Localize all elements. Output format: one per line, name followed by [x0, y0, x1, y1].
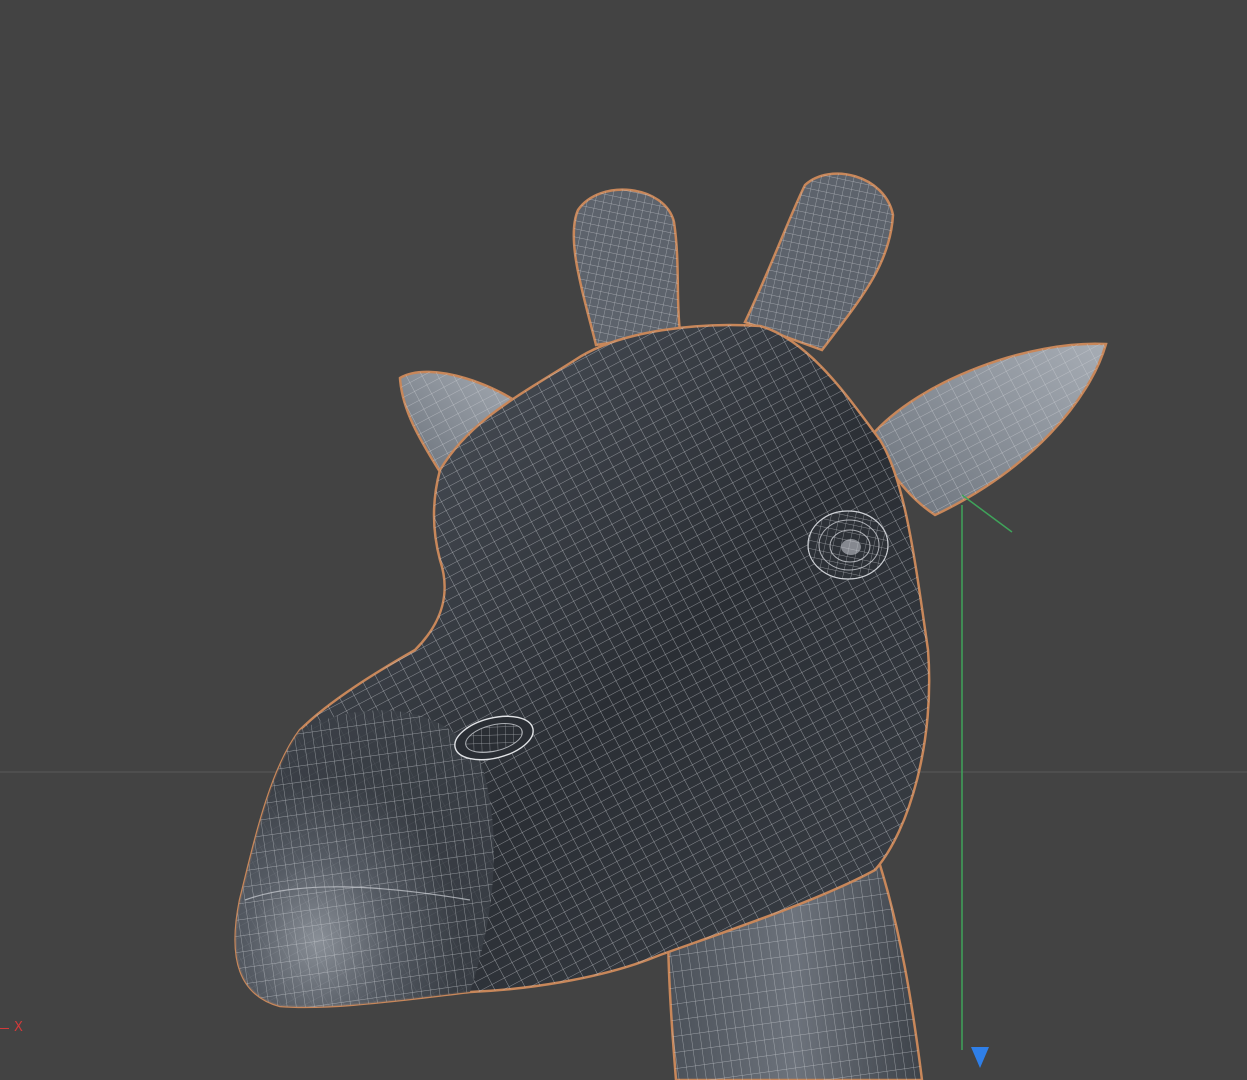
giraffe-ear-right[interactable] — [870, 342, 1108, 517]
giraffe-horn-right[interactable] — [743, 172, 895, 352]
viewport-canvas[interactable] — [0, 0, 1247, 1080]
giraffe-eye[interactable] — [807, 510, 889, 580]
3d-viewport[interactable]: X — [0, 0, 1247, 1080]
arrow-down-icon[interactable] — [971, 1047, 989, 1068]
world-axis-x-dash — [0, 1028, 9, 1029]
giraffe-horn-left[interactable] — [572, 188, 682, 347]
world-axis-x-label: X — [14, 1020, 23, 1035]
transform-gizmo[interactable] — [961, 494, 1013, 1068]
giraffe-model[interactable] — [234, 172, 1108, 1080]
gizmo-z-axis[interactable] — [961, 494, 1013, 533]
